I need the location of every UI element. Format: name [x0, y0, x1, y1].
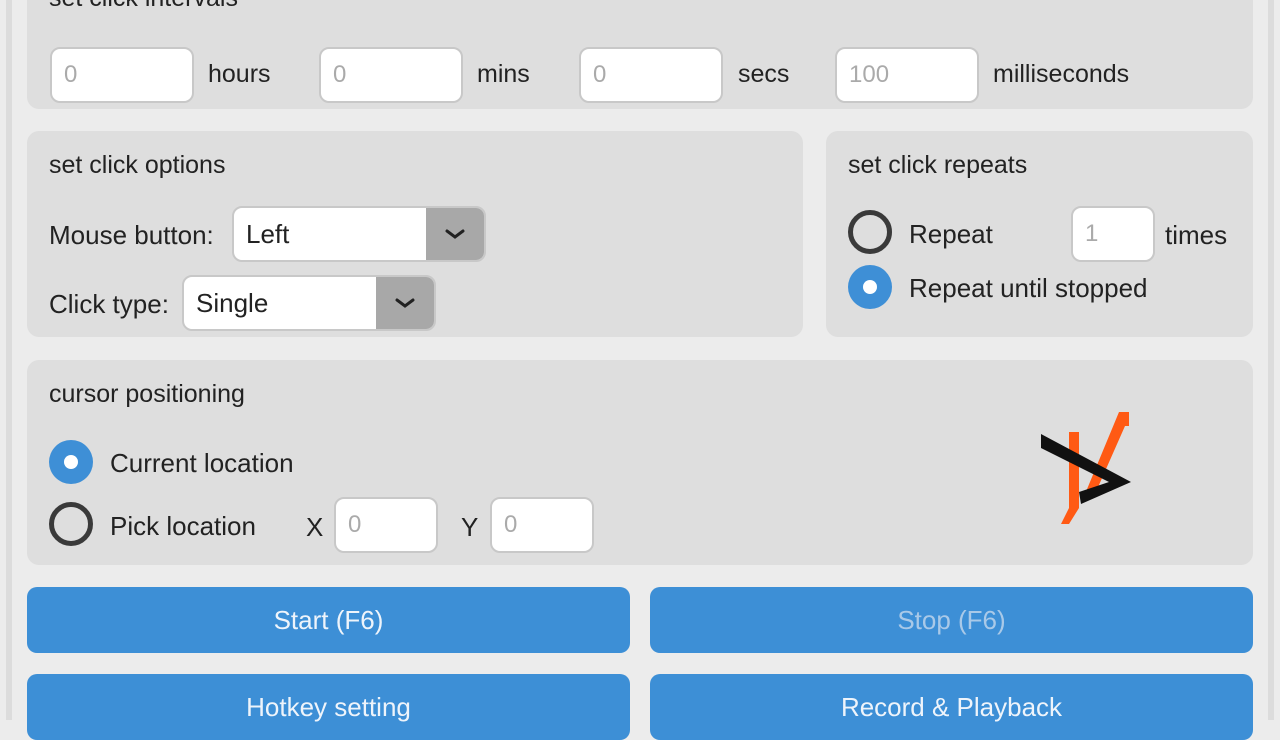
mins-label: mins: [477, 60, 530, 88]
repeat-count-input[interactable]: [1071, 206, 1155, 262]
click-type-label: Click type:: [49, 289, 169, 319]
window-right-edge: [1268, 0, 1274, 720]
window-left-edge: [6, 0, 12, 720]
record-playback-button[interactable]: Record & Playback: [650, 674, 1253, 740]
times-label: times: [1165, 220, 1228, 250]
chevron-down-icon: [426, 208, 484, 260]
current-location-radio[interactable]: [49, 440, 93, 484]
click-options-panel: set click options Mouse button: Left Cli…: [27, 131, 803, 337]
milliseconds-label: milliseconds: [993, 60, 1130, 88]
y-label: Y: [461, 512, 479, 542]
repeat-until-stopped-label: Repeat until stopped: [909, 273, 1148, 303]
current-location-label: Current location: [110, 448, 294, 478]
chevron-down-icon: [376, 277, 434, 329]
y-coordinate-input[interactable]: [490, 497, 594, 553]
mouse-button-select[interactable]: Left: [232, 206, 486, 262]
click-options-title: set click options: [49, 151, 226, 179]
mouse-button-label: Mouse button:: [49, 220, 214, 250]
hotkey-setting-button[interactable]: Hotkey setting: [27, 674, 630, 740]
repeat-until-stopped-radio[interactable]: [848, 265, 892, 309]
x-label: X: [306, 512, 324, 542]
click-type-value: Single: [196, 287, 269, 318]
hours-input[interactable]: [50, 47, 194, 103]
app-window: set click intervals hours mins secs mill…: [6, 0, 1274, 740]
pick-location-radio[interactable]: [49, 502, 93, 546]
secs-input[interactable]: [579, 47, 723, 103]
secs-label: secs: [738, 60, 790, 88]
pick-location-label: Pick location: [110, 511, 256, 541]
click-type-select[interactable]: Single: [182, 275, 436, 331]
cursor-positioning-title: cursor positioning: [49, 380, 245, 408]
mouse-button-value: Left: [246, 218, 290, 249]
mins-input[interactable]: [319, 47, 463, 103]
click-repeats-panel: set click repeats Repeat times Repeat un…: [826, 131, 1253, 337]
milliseconds-input[interactable]: [835, 47, 979, 103]
click-intervals-panel: set click intervals hours mins secs mill…: [27, 0, 1253, 109]
click-repeats-title: set click repeats: [848, 151, 1028, 179]
app-logo: [1041, 412, 1131, 524]
click-intervals-title: set click intervals: [49, 0, 238, 13]
hours-label: hours: [208, 60, 271, 88]
stop-button[interactable]: Stop (F6): [650, 587, 1253, 653]
cursor-positioning-panel: cursor positioning Current location Pick…: [27, 360, 1253, 565]
start-button[interactable]: Start (F6): [27, 587, 630, 653]
x-coordinate-input[interactable]: [334, 497, 438, 553]
repeat-radio[interactable]: [848, 210, 892, 254]
repeat-label: Repeat: [909, 219, 993, 249]
